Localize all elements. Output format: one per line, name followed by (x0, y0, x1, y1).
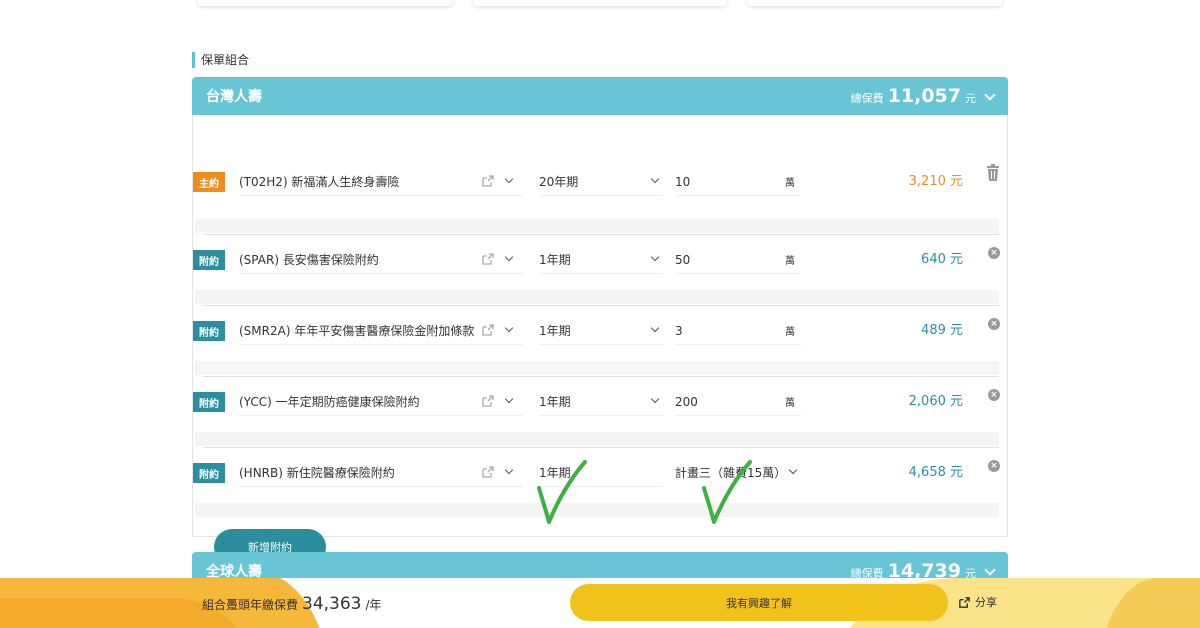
row-divider (195, 290, 999, 304)
amount-input[interactable]: 50 (675, 250, 801, 274)
policy-row-rider: 附約 (SPAR) 長安傷害保險附約 1年期 50 萬 640 元 × (193, 247, 1007, 284)
summary-card-2 (473, 0, 727, 6)
rider-badge: 附約 (193, 250, 225, 270)
policy-row-rider: 附約 (HNRB) 新住院醫療保險附約 1年期 計畫三（雜費15萬） 4,658… (193, 460, 1007, 497)
row-divider (195, 432, 999, 446)
annual-premium-unit: /年 (365, 598, 382, 612)
rider-badge: 附約 (193, 463, 225, 483)
company-total: 總保費 11,057 元 (850, 85, 996, 107)
remove-icon[interactable]: × (988, 318, 1000, 330)
premium-value: 489 元 (921, 323, 963, 338)
company-header[interactable]: 台灣人壽 總保費 11,057 元 (192, 77, 1008, 115)
rider-badge: 附約 (193, 392, 225, 412)
annual-premium-summary: 組合躉頭年繳保費 34,363 /年 (202, 594, 382, 614)
remove-icon[interactable]: × (988, 389, 1000, 401)
annual-premium-label: 組合躉頭年繳保費 (202, 598, 299, 612)
checkmark-icon (702, 460, 752, 524)
total-unit: 元 (965, 92, 976, 105)
share-label: 分享 (975, 596, 997, 609)
row-divider (195, 503, 999, 517)
amount-unit: 萬 (785, 327, 795, 338)
policy-list: 主約 (T02H2) 新福滿人生終身壽險 20年期 10 萬 3,210 元 附… (192, 115, 1008, 565)
annual-premium-amount: 34,363 (302, 594, 362, 614)
summary-card-3 (748, 0, 1002, 6)
external-link-icon[interactable] (481, 394, 495, 408)
share-button[interactable]: 分享 (958, 594, 997, 610)
premium-value: 640 元 (921, 252, 963, 267)
row-divider-line (203, 234, 999, 235)
premium-value: 2,060 元 (908, 394, 963, 409)
summary-card-1 (198, 0, 452, 6)
term-select[interactable]: 1年期 (539, 321, 663, 345)
interested-button[interactable]: 我有興趣了解 (570, 584, 948, 621)
row-divider-line (203, 376, 999, 377)
amount-input[interactable]: 200 (675, 392, 801, 416)
term-select[interactable]: 20年期 (539, 172, 663, 196)
premium-value: 3,210 元 (908, 174, 963, 189)
term-select[interactable]: 1年期 (539, 392, 663, 416)
external-link-icon (959, 596, 970, 608)
amount-unit: 萬 (785, 178, 795, 189)
remove-icon[interactable]: × (988, 247, 1000, 259)
row-divider-line (203, 305, 999, 306)
rider-badge: 附約 (193, 321, 225, 341)
checkmark-icon (537, 460, 587, 524)
section-title: 保單組合 (192, 52, 249, 68)
external-link-icon[interactable] (481, 465, 495, 479)
external-link-icon[interactable] (481, 174, 495, 188)
chevron-down-icon[interactable] (984, 564, 996, 576)
policy-row-rider: 附約 (SMR2A) 年年平安傷害醫療保險金附加條款 1年期 3 萬 489 元… (193, 318, 1007, 355)
trash-icon[interactable] (985, 164, 1001, 182)
row-divider (195, 361, 999, 375)
company-block-taiwan-life: 台灣人壽 總保費 11,057 元 主約 (T02H2) 新福滿人生終身壽險 2… (192, 77, 1008, 565)
external-link-icon[interactable] (481, 323, 495, 337)
premium-value: 4,658 元 (908, 465, 963, 480)
total-label: 總保費 (850, 92, 884, 105)
remove-icon[interactable]: × (988, 460, 1000, 472)
amount-unit: 萬 (785, 256, 795, 267)
external-link-icon[interactable] (481, 252, 495, 266)
amount-input[interactable]: 10 (675, 172, 801, 196)
company-name: 台灣人壽 (206, 89, 262, 105)
amount-unit: 萬 (785, 398, 795, 409)
term-select[interactable]: 1年期 (539, 250, 663, 274)
policy-row-rider: 附約 (YCC) 一年定期防癌健康保險附約 1年期 200 萬 2,060 元 … (193, 389, 1007, 426)
row-divider (195, 219, 999, 233)
policy-row-main: 主約 (T02H2) 新福滿人生終身壽險 20年期 10 萬 3,210 元 (193, 164, 1007, 206)
chevron-down-icon[interactable] (984, 89, 996, 101)
row-divider-line (203, 447, 999, 448)
amount-input[interactable]: 3 (675, 321, 801, 345)
main-badge: 主約 (193, 172, 225, 192)
bottom-bar: 組合躉頭年繳保費 34,363 /年 我有興趣了解 分享 (0, 578, 1200, 628)
total-amount: 11,057 (887, 85, 961, 107)
